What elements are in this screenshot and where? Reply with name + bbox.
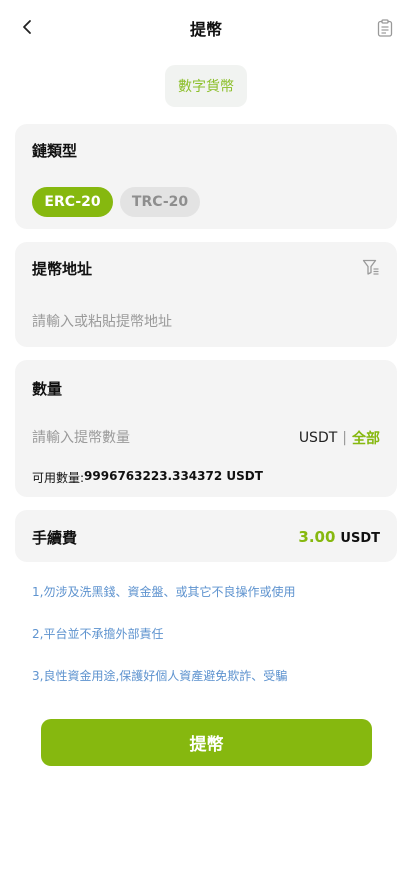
- notice-item: 3,良性資金用途,保護好個人資產避免欺詐、受騙: [32, 669, 288, 683]
- chain-type-title: 鏈類型: [32, 142, 78, 160]
- available-value: 9996763223.334372 USDT: [84, 469, 263, 483]
- address-filter-button[interactable]: [361, 257, 381, 277]
- withdraw-address-title: 提幣地址: [32, 260, 93, 278]
- chain-type-card: 鏈類型 ERC-20 TRC-20: [15, 124, 397, 229]
- fee-value: 3.00: [298, 528, 336, 546]
- clipboard-icon: [377, 19, 393, 37]
- digital-currency-tab[interactable]: 數字貨幣: [165, 65, 247, 107]
- fee-card: 手續費 3.00 USDT: [15, 510, 397, 562]
- notice-item: 1,勿涉及洗黑錢、資金盤、或其它不良操作或使用: [32, 585, 296, 599]
- filter-icon: [362, 259, 379, 275]
- amount-card: 數量 USDT | 全部 可用數量: 9996763223.334372 USD…: [15, 360, 397, 497]
- withdraw-all-button[interactable]: 全部: [352, 428, 380, 448]
- notice-item: 2,平台並不承擔外部責任: [32, 627, 164, 641]
- chain-option-erc20[interactable]: ERC-20: [32, 187, 113, 217]
- unit-separator: |: [342, 430, 347, 446]
- amount-title: 數量: [32, 380, 63, 398]
- fee-title: 手續費: [32, 529, 78, 547]
- fee-unit: USDT: [340, 531, 380, 546]
- page-title: 提幣: [189, 20, 222, 39]
- available-label: 可用數量:: [32, 471, 85, 485]
- back-button[interactable]: [14, 14, 40, 40]
- available-balance: 可用數量: 9996763223.334372 USDT: [32, 469, 263, 486]
- header: 提幣: [0, 0, 412, 56]
- withdraw-record-button[interactable]: [372, 15, 398, 41]
- withdraw-address-card: 提幣地址: [15, 242, 397, 347]
- chain-option-trc20[interactable]: TRC-20: [120, 187, 200, 217]
- amount-unit-row: USDT | 全部: [299, 428, 380, 448]
- amount-unit: USDT: [298, 430, 338, 446]
- amount-input[interactable]: [32, 426, 272, 450]
- chevron-left-icon: [23, 20, 31, 34]
- fee-amount: 3.00 USDT: [298, 528, 380, 546]
- submit-withdraw-button[interactable]: 提幣: [41, 719, 372, 766]
- withdraw-address-input[interactable]: [32, 310, 372, 334]
